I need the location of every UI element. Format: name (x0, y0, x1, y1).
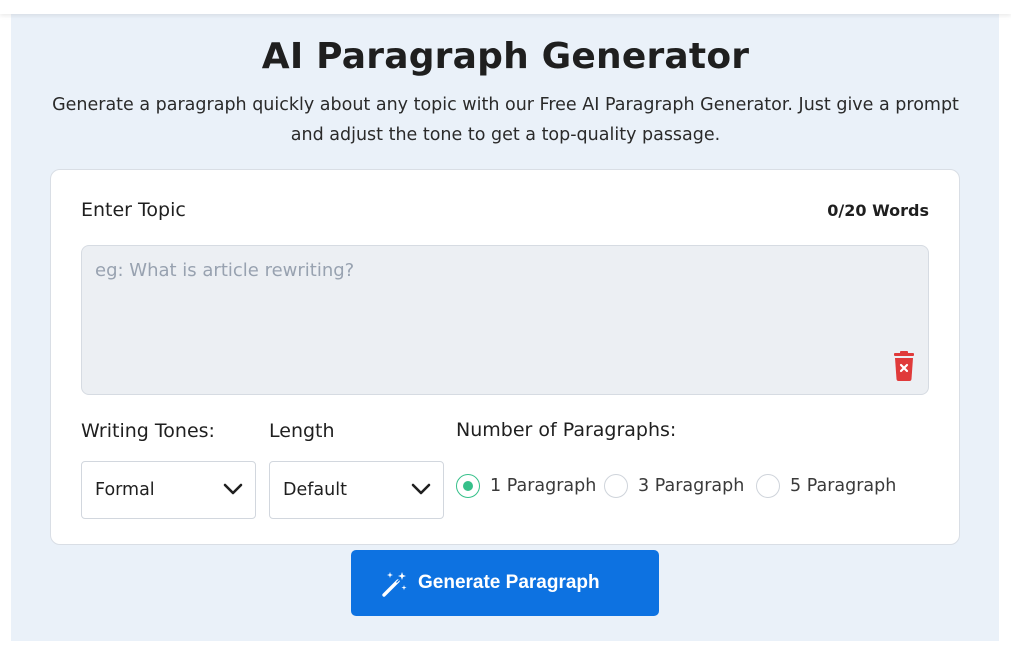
radio-button[interactable] (456, 474, 480, 498)
radio-button[interactable] (604, 474, 628, 498)
length-select[interactable]: Default (269, 461, 444, 519)
word-count: 0/20 Words (827, 201, 929, 220)
page-subtitle: Generate a paragraph quickly about any t… (52, 95, 959, 145)
top-bar (0, 0, 1011, 14)
trash-icon[interactable] (891, 351, 917, 381)
topic-label: Enter Topic (81, 199, 186, 221)
radio-label: 3 Paragraph (638, 476, 745, 496)
chevron-down-icon (411, 483, 431, 495)
paragraph-count-label: Number of Paragraphs: (456, 419, 677, 441)
length-label: Length (269, 420, 335, 442)
radio-label: 5 Paragraph (790, 476, 897, 496)
writing-tone-value: Formal (95, 480, 155, 500)
chevron-down-icon (223, 483, 243, 495)
writing-tones-label: Writing Tones: (81, 420, 215, 442)
radio-label: 1 Paragraph (490, 476, 597, 496)
radio-selected-dot (463, 481, 473, 491)
writing-tone-select[interactable]: Formal (81, 461, 256, 519)
generator-form-card: Enter Topic 0/20 Words Writing Tones: Le… (50, 169, 960, 545)
magic-wand-icon (382, 572, 407, 597)
generate-paragraph-button[interactable]: Generate Paragraph (351, 550, 659, 616)
length-value: Default (283, 480, 347, 500)
topic-input[interactable] (81, 245, 929, 395)
paragraph-count-radio-group: 1 Paragraph 3 Paragraph 5 Paragraph (456, 474, 926, 500)
generate-button-label: Generate Paragraph (418, 572, 600, 593)
page-title: AI Paragraph Generator (261, 36, 750, 77)
radio-button[interactable] (756, 474, 780, 498)
